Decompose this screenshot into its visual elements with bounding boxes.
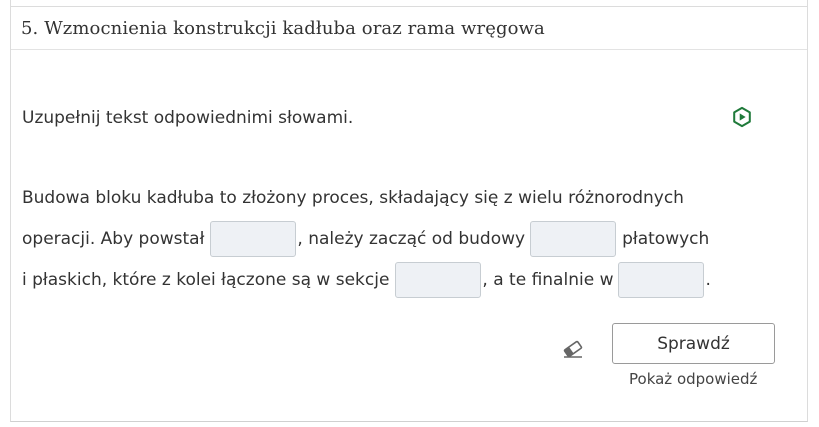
paragraph-text: płatowych <box>622 229 710 249</box>
paragraph-line-2: operacji. Aby powstał , należy zacząć od… <box>22 221 709 257</box>
paragraph-line-3: i płaskich, które z kolei łączone są w s… <box>22 262 711 298</box>
gap-input-4[interactable] <box>618 262 705 298</box>
gap-input-2[interactable] <box>530 221 617 257</box>
show-answer-link[interactable]: Pokaż odpowiedź <box>629 370 757 388</box>
check-button[interactable]: Sprawdź <box>612 323 775 364</box>
gap-input-1[interactable] <box>210 221 297 257</box>
paragraph-text: operacji. Aby powstał <box>22 229 205 249</box>
hexagon-play-icon[interactable] <box>731 106 753 128</box>
exercise-instruction: Uzupełnij tekst odpowiednimi słowami. <box>22 108 354 128</box>
exercise-title: 5. Wzmocnienia konstrukcji kadłuba oraz … <box>21 17 545 39</box>
paragraph-text: , a te finalnie w <box>482 270 614 290</box>
gap-input-3[interactable] <box>395 262 482 298</box>
paragraph-text: , należy zacząć od budowy <box>297 229 526 249</box>
paragraph-text: Budowa bloku kadłuba to złożony proces, … <box>22 188 684 208</box>
paragraph-text: . <box>705 270 711 290</box>
eraser-icon[interactable] <box>561 337 585 361</box>
paragraph-line-1: Budowa bloku kadłuba to złożony proces, … <box>22 188 684 208</box>
paragraph-text: i płaskich, które z kolei łączone są w s… <box>22 270 390 290</box>
exercise-header: 5. Wzmocnienia konstrukcji kadłuba oraz … <box>11 7 807 50</box>
